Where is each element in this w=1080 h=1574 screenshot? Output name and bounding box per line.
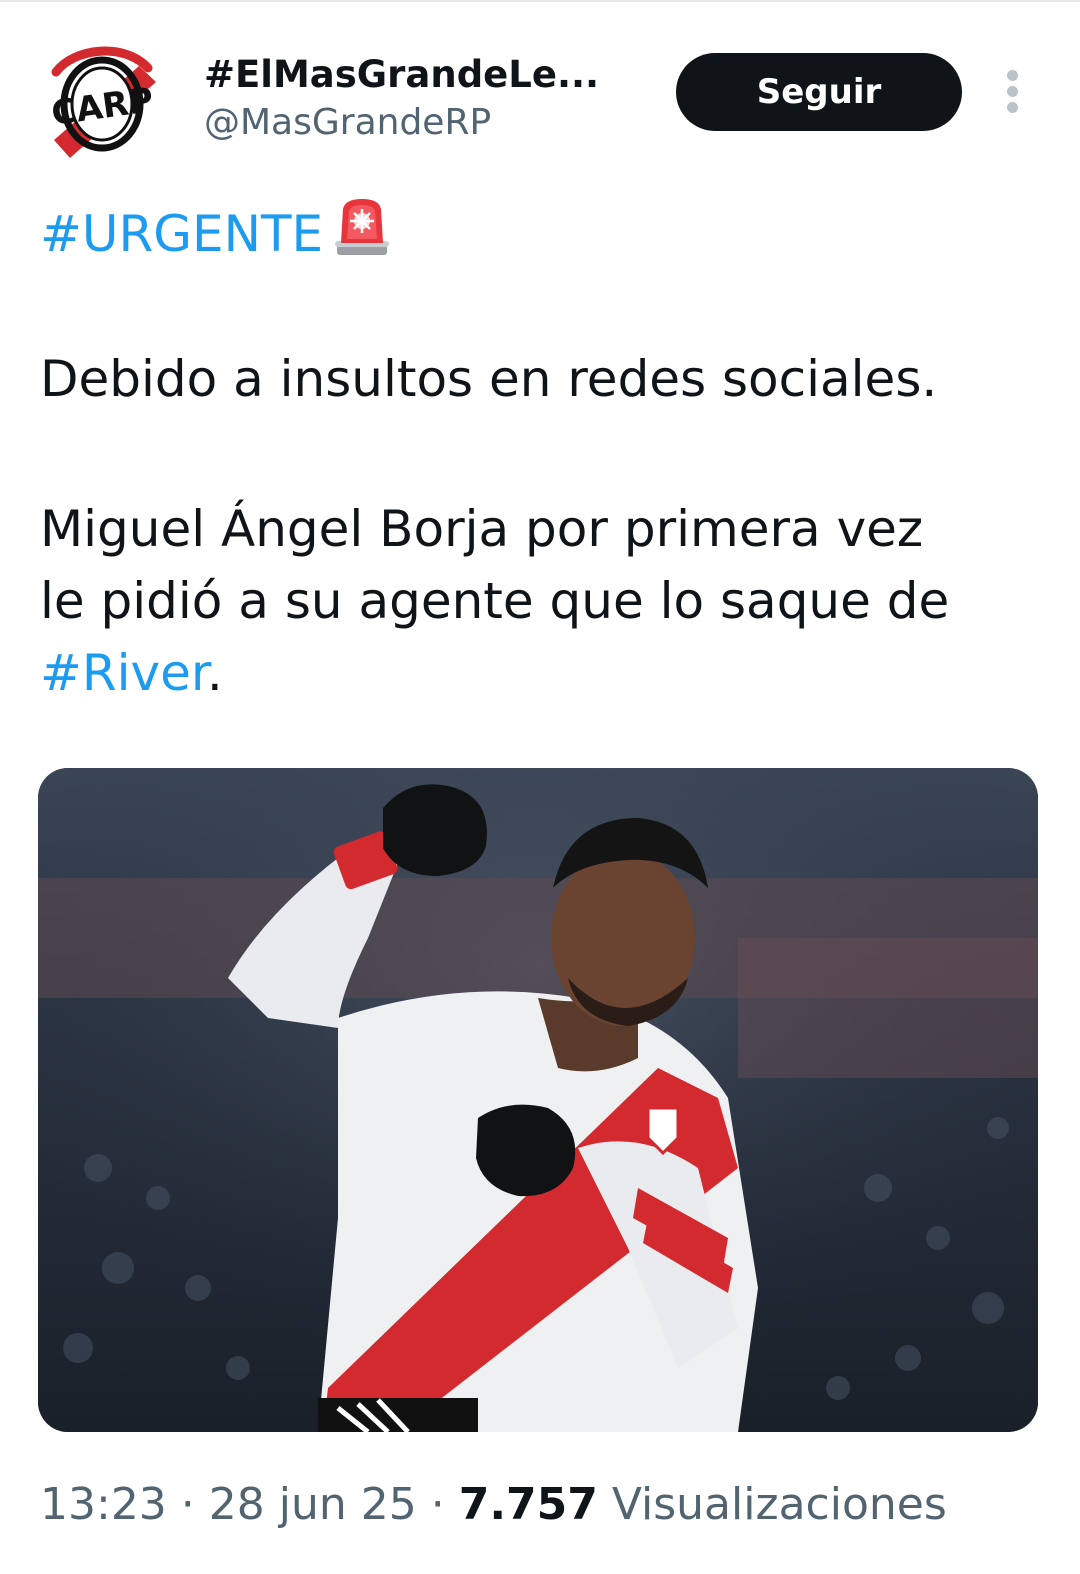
paragraph-2-line-1: Miguel Ángel Borja por primera vez [40, 500, 924, 558]
footballer-celebrating-photo [38, 768, 1038, 1432]
follow-button[interactable]: Seguir [676, 53, 962, 131]
meta-separator: · [166, 1479, 209, 1530]
hashtag-river-link[interactable]: #River [40, 644, 207, 702]
display-name[interactable]: #ElMasGrandeLe... [204, 52, 644, 98]
paragraph-2-line-3: #River. [40, 637, 1040, 709]
views-count: 7.757 [458, 1479, 598, 1530]
urgent-line: #URGENTE [40, 195, 1040, 270]
account-names: #ElMasGrandeLe... @MasGrandeRP [204, 52, 644, 148]
tweet-time[interactable]: 13:23 [40, 1479, 167, 1530]
tweet-date[interactable]: 28 jun 25 [209, 1479, 417, 1530]
tweet-paragraph-2: Miguel Ángel Borja por primera vez le pi… [40, 493, 1040, 709]
trailing-period: . [206, 644, 223, 702]
tweet-header: CARP #ElMasGrandeLe... @MasGrandeRP Segu… [0, 30, 1080, 170]
views-label: Visualizaciones [611, 1479, 947, 1530]
river-plate-crest-icon[interactable]: CARP [44, 38, 160, 166]
tweet-photo[interactable] [38, 768, 1038, 1432]
top-divider [0, 0, 1080, 2]
paragraph-2-line-2: le pidió a su agente que lo saque de [40, 572, 950, 630]
police-siren-icon [333, 195, 391, 257]
tweet-meta: 13:23 · 28 jun 25 · 7.757 Visualizacione… [40, 1475, 947, 1535]
hashtag-urgente-link[interactable]: #URGENTE [40, 205, 323, 263]
account-handle[interactable]: @MasGrandeRP [204, 98, 644, 148]
more-vertical-icon[interactable] [998, 68, 1028, 116]
meta-separator: · [416, 1479, 459, 1530]
tweet-paragraph-1: Debido a insultos en redes sociales. [40, 350, 938, 408]
